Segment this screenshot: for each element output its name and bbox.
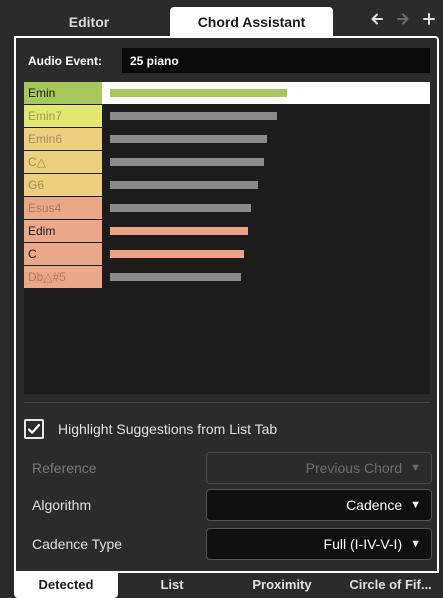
chord-name: Emin bbox=[24, 82, 102, 104]
tab-chord-assistant[interactable]: Chord Assistant bbox=[170, 7, 333, 36]
chord-bar-track bbox=[102, 151, 430, 173]
chord-score-bar bbox=[110, 204, 251, 212]
highlight-suggestions-row: Highlight Suggestions from List Tab bbox=[24, 418, 277, 440]
chord-score-bar bbox=[110, 250, 244, 258]
chord-suggestion-list: Emin Emin7 Emin6 C△ G6 Esus4 Edim C Db△#5 bbox=[24, 82, 430, 394]
arrow-left-icon[interactable] bbox=[369, 11, 385, 27]
chord-row[interactable]: G6 bbox=[24, 174, 430, 197]
chord-name: C△ bbox=[24, 151, 102, 173]
chord-score-bar bbox=[110, 273, 241, 281]
chord-row[interactable]: Edim bbox=[24, 220, 430, 243]
chord-row[interactable]: Emin7 bbox=[24, 105, 430, 128]
chord-bar-track bbox=[102, 220, 430, 242]
chord-assistant-panel: Audio Event: 25 piano Emin Emin7 Emin6 C△ G6… bbox=[14, 36, 439, 573]
chord-name: Esus4 bbox=[24, 197, 102, 219]
chord-score-bar bbox=[110, 158, 264, 166]
audio-event-value: 25 piano bbox=[130, 53, 179, 68]
algorithm-row: Algorithm Cadence ▼ bbox=[24, 489, 434, 521]
chord-score-bar bbox=[110, 181, 258, 189]
plus-icon[interactable] bbox=[421, 11, 437, 27]
highlight-suggestions-label: Highlight Suggestions from List Tab bbox=[58, 421, 278, 437]
chevron-down-icon: ▼ bbox=[410, 499, 421, 511]
chevron-down-icon: ▼ bbox=[410, 462, 421, 474]
chord-bar-track bbox=[102, 105, 430, 127]
tab-circle-of-fifths[interactable]: Circle of Fif... bbox=[338, 571, 443, 598]
chord-bar-track bbox=[102, 128, 430, 150]
algorithm-value: Cadence bbox=[346, 497, 403, 513]
chord-score-bar bbox=[110, 89, 287, 97]
nav-buttons bbox=[369, 7, 437, 31]
reference-value: Previous Chord bbox=[305, 460, 403, 476]
chord-row[interactable]: Db△#5 bbox=[24, 266, 430, 289]
top-tab-bar: Editor Chord Assistant bbox=[0, 0, 443, 36]
chord-name: G6 bbox=[24, 174, 102, 196]
tab-proximity[interactable]: Proximity bbox=[226, 571, 338, 598]
bottom-tab-bar: Detected List Proximity Circle of Fif... bbox=[14, 571, 443, 598]
reference-label: Reference bbox=[32, 460, 97, 476]
chord-row[interactable]: C bbox=[24, 243, 430, 266]
divider bbox=[24, 402, 430, 403]
chord-bar-track bbox=[102, 243, 430, 265]
arrow-right-icon[interactable] bbox=[395, 11, 411, 27]
reference-row: Reference Previous Chord ▼ bbox=[24, 452, 434, 484]
chord-name: Edim bbox=[24, 220, 102, 242]
chord-row[interactable]: Emin bbox=[24, 82, 430, 105]
cadence-type-value: Full (I-IV-V-I) bbox=[323, 536, 403, 552]
checkmark-icon bbox=[27, 423, 41, 434]
audio-event-label: Audio Event: bbox=[24, 48, 122, 73]
chord-bar-track bbox=[102, 82, 430, 104]
algorithm-label: Algorithm bbox=[32, 497, 92, 513]
tab-editor[interactable]: Editor bbox=[14, 7, 164, 36]
chord-name: Db△#5 bbox=[24, 266, 102, 288]
reference-select: Previous Chord ▼ bbox=[206, 452, 432, 484]
chord-bar-track bbox=[102, 174, 430, 196]
chevron-down-icon: ▼ bbox=[410, 538, 421, 550]
chord-score-bar bbox=[110, 135, 267, 143]
chord-row[interactable]: Emin6 bbox=[24, 128, 430, 151]
cadence-type-row: Cadence Type Full (I-IV-V-I) ▼ bbox=[24, 528, 434, 560]
chord-bar-track bbox=[102, 266, 430, 288]
highlight-suggestions-checkbox[interactable] bbox=[24, 419, 44, 439]
chord-name: Emin7 bbox=[24, 105, 102, 127]
audio-event-row: Audio Event: 25 piano bbox=[24, 48, 430, 73]
chord-name: Emin6 bbox=[24, 128, 102, 150]
chord-name: C bbox=[24, 243, 102, 265]
cadence-type-select[interactable]: Full (I-IV-V-I) ▼ bbox=[206, 528, 432, 560]
tab-detected[interactable]: Detected bbox=[14, 571, 118, 598]
algorithm-select[interactable]: Cadence ▼ bbox=[206, 489, 432, 521]
chord-score-bar bbox=[110, 227, 248, 235]
chord-score-bar bbox=[110, 112, 277, 120]
chord-row[interactable]: C△ bbox=[24, 151, 430, 174]
tab-list[interactable]: List bbox=[118, 571, 226, 598]
chord-row[interactable]: Esus4 bbox=[24, 197, 430, 220]
chord-bar-track bbox=[102, 197, 430, 219]
cadence-type-label: Cadence Type bbox=[32, 536, 123, 552]
